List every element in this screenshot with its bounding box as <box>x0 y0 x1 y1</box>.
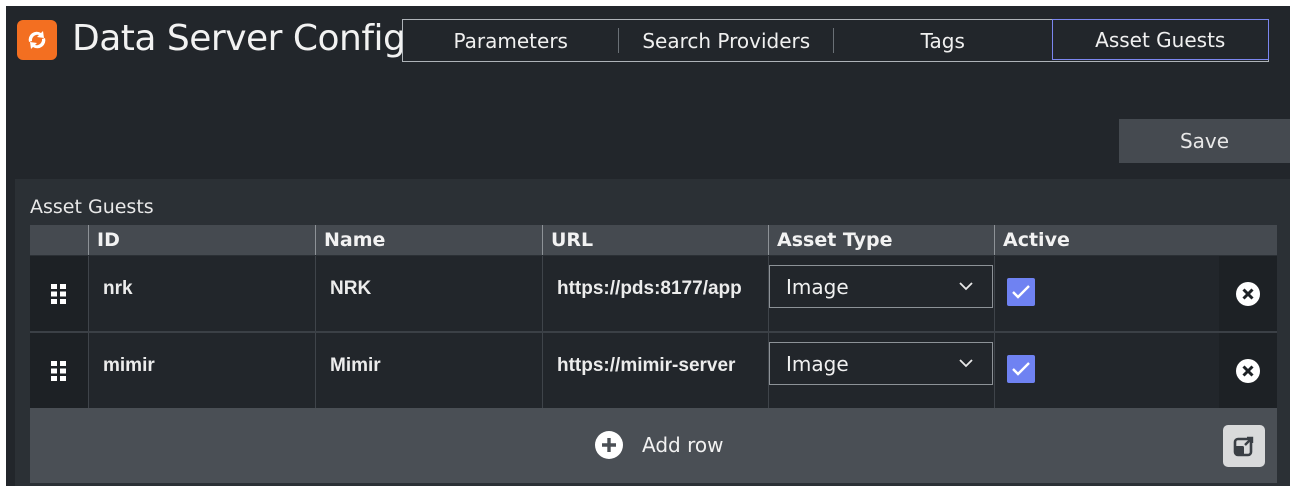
cell-url[interactable]: https://pds:8177/app <box>542 256 768 331</box>
table-footer: Add row <box>30 408 1277 483</box>
asset-type-select[interactable]: Image <box>769 265 993 308</box>
asset-type-value: Image <box>786 274 849 299</box>
id-value: nrk <box>103 278 133 299</box>
asset-type-value: Image <box>786 351 849 376</box>
delete-row-button[interactable] <box>1219 256 1277 331</box>
cell-active <box>994 256 1219 331</box>
drag-handle-icon[interactable] <box>30 333 88 408</box>
plus-circle-icon <box>595 431 623 459</box>
tab-search-providers[interactable]: Search Providers <box>619 20 835 61</box>
cell-url[interactable]: https://mimir-server <box>542 333 768 408</box>
cell-active <box>994 333 1219 408</box>
column-header-url[interactable]: URL <box>542 225 768 255</box>
cell-name[interactable]: NRK <box>315 256 542 331</box>
checkmark-icon <box>1012 285 1030 299</box>
expand-icon <box>1233 436 1254 457</box>
checkmark-icon <box>1012 362 1030 376</box>
close-circle-icon <box>1236 281 1260 306</box>
active-checkbox[interactable] <box>1007 278 1035 306</box>
table-row: nrk NRK https://pds:8177/app Image <box>30 256 1277 331</box>
asset-guests-panel: Asset Guests ID Name URL Asset Type Acti… <box>15 179 1290 486</box>
add-row-label: Add row <box>642 433 724 457</box>
asset-type-select[interactable]: Image <box>769 342 993 385</box>
tab-bar: Parameters Search Providers Tags Asset G… <box>402 19 1269 62</box>
app-logo-icon <box>17 20 57 60</box>
url-value: https://pds:8177/app <box>557 278 742 299</box>
add-row-button[interactable]: Add row <box>594 428 723 462</box>
url-value: https://mimir-server <box>557 355 736 376</box>
tab-parameters[interactable]: Parameters <box>403 20 619 61</box>
cell-id[interactable]: nrk <box>88 256 315 331</box>
column-header-active[interactable]: Active <box>994 225 1277 255</box>
cell-asset-type: Image <box>768 333 994 408</box>
cell-name[interactable]: Mimir <box>315 333 542 408</box>
tab-asset-guests[interactable]: Asset Guests <box>1051 19 1269 60</box>
tab-tags[interactable]: Tags <box>834 20 1052 61</box>
column-header-asset-type[interactable]: Asset Type <box>768 225 994 255</box>
table-header: ID Name URL Asset Type Active <box>30 225 1277 255</box>
column-header-id[interactable]: ID <box>88 225 315 255</box>
table-row: mimir Mimir https://mimir-server Image <box>30 333 1277 408</box>
delete-row-button[interactable] <box>1219 333 1277 408</box>
name-value: Mimir <box>330 355 381 376</box>
cell-id[interactable]: mimir <box>88 333 315 408</box>
expand-button[interactable] <box>1223 425 1265 467</box>
chevron-down-icon <box>959 359 973 368</box>
id-value: mimir <box>103 355 155 376</box>
name-value: NRK <box>330 278 372 299</box>
app-window: Data Server Config Parameters Search Pro… <box>6 6 1290 486</box>
column-header-name[interactable]: Name <box>315 225 542 255</box>
close-circle-icon <box>1236 358 1260 383</box>
active-checkbox[interactable] <box>1007 355 1035 383</box>
save-button[interactable]: Save <box>1119 119 1290 163</box>
drag-handle-icon[interactable] <box>30 256 88 331</box>
panel-title: Asset Guests <box>30 196 154 218</box>
cell-asset-type: Image <box>768 256 994 331</box>
page-title: Data Server Config <box>72 18 406 59</box>
chevron-down-icon <box>959 282 973 291</box>
